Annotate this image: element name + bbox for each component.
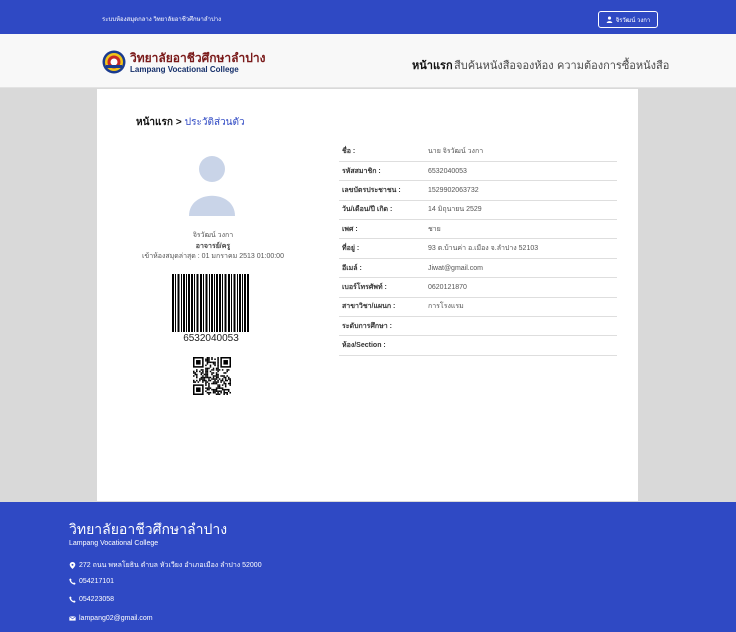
detail-row: ระดับการศึกษา : — [339, 316, 617, 337]
nav-search-books[interactable]: สืบค้นหนังสือ — [454, 56, 516, 74]
footer: วิทยาลัยอาชีวศึกษาลำปาง Lampang Vocation… — [0, 502, 736, 632]
footer-address: 272 ถนน พหลโยธิน ตำบล หัวเวียง อำเภอเมือ… — [69, 560, 262, 571]
nav-book-request[interactable]: ความต้องการซื้อหนังสือ — [557, 56, 669, 74]
detail-label: เลขบัตรประชาชน : — [339, 180, 424, 201]
system-title: ระบบห้องสมุดกลาง วิทยาลัยอาชีวศึกษาลำปาง — [102, 17, 222, 23]
detail-row: ห้อง/Section : — [339, 335, 617, 356]
footer-phone-2: 054223058 — [69, 596, 114, 603]
main-navbar: วิทยาลัยอาชีวศึกษาลำปาง Lampang Vocation… — [0, 34, 736, 88]
profile-details-table: ชื่อ : นาย จิรวัฒน์ วงกา รหัสสมาชิก :65320… — [339, 142, 617, 356]
detail-label: ห้อง/Section : — [339, 335, 424, 356]
detail-row: อีเมล์ : Jiwat@gmail.com — [339, 258, 617, 279]
detail-label: เบอร์โทรศัพท์ : — [339, 277, 424, 298]
footer-address-text: 272 ถนน พหลโยธิน ตำบล หัวเวียง อำเภอเมือ… — [79, 562, 262, 569]
breadcrumb-separator: > — [175, 117, 182, 128]
detail-label: อีเมล์ : — [339, 258, 424, 279]
nav-room-booking[interactable]: จองห้อง — [516, 56, 554, 74]
detail-row: เพศ : ชาย — [339, 219, 617, 240]
detail-value: 14 มิถุนายน 2529 — [424, 200, 617, 221]
breadcrumb: หน้าแรก > ประวัติส่วนตัว — [136, 115, 245, 130]
detail-value: 6532040053 — [424, 161, 617, 182]
phone-icon — [69, 596, 76, 603]
footer-email-text[interactable]: lampang02@gmail.com — [79, 615, 153, 622]
detail-label: เพศ : — [339, 219, 424, 240]
detail-row: รหัสสมาชิก :6532040053 — [339, 161, 617, 182]
phone-icon — [69, 578, 76, 585]
breadcrumb-home[interactable]: หน้าแรก — [136, 117, 173, 128]
footer-email: lampang02@gmail.com — [69, 615, 153, 622]
nav-home[interactable]: หน้าแรก — [412, 56, 453, 74]
detail-label: รหัสสมาชิก : — [339, 161, 424, 182]
detail-value: 93 ต.บ้านค่า อ.เมือง จ.ลำปาง 52103 — [424, 238, 617, 259]
detail-label: สาขาวิชา/แผนก : — [339, 297, 424, 318]
member-barcode — [172, 274, 249, 332]
detail-label: ชื่อ : — [339, 142, 424, 162]
detail-label: ที่อยู่ : — [339, 238, 424, 259]
avatar-placeholder-icon — [189, 156, 235, 216]
detail-value: นาย จิรวัฒน์ วงกา — [424, 142, 617, 162]
detail-row: วัน/เดือน/ปี เกิด :14 มิถุนายน 2529 — [339, 200, 617, 221]
breadcrumb-current[interactable]: ประวัติส่วนตัว — [185, 117, 245, 128]
detail-label: ระดับการศึกษา : — [339, 316, 424, 337]
map-marker-icon — [69, 562, 76, 569]
user-menu-button[interactable]: จิรวัฒน์ วงกา — [598, 11, 658, 28]
user-icon — [606, 16, 612, 23]
detail-value: ชาย — [424, 219, 617, 240]
envelope-icon — [69, 616, 76, 621]
detail-value: 1529902063732 — [424, 180, 617, 201]
brand-name-en[interactable]: Lampang Vocational College — [130, 65, 239, 74]
footer-phone-2-text[interactable]: 054223058 — [79, 596, 114, 603]
detail-value — [424, 316, 617, 337]
detail-row: ชื่อ : นาย จิรวัฒน์ วงกา — [339, 142, 617, 162]
detail-row: ที่อยู่ :93 ต.บ้านค่า อ.เมือง จ.ลำปาง 52… — [339, 238, 617, 259]
footer-phone-1-text[interactable]: 054217101 — [79, 578, 114, 585]
barcode-number: 6532040053 — [183, 333, 239, 344]
footer-title: วิทยาลัยอาชีวศึกษาลำปาง — [69, 521, 228, 537]
profile-name: จิรวัฒน์ วงกา — [192, 232, 234, 239]
user-name: จิรวัฒน์ วงกา — [615, 17, 651, 24]
detail-value: การโรงแรม — [424, 297, 617, 318]
footer-subtitle: Lampang Vocational College — [69, 540, 159, 547]
detail-row: เลขบัตรประชาชน :1529902063732 — [339, 180, 617, 201]
last-visit-text: เข้าห้องสมุดล่าสุด : 01 มกราคม 2513 01:0… — [142, 253, 284, 260]
detail-row: สาขาวิชา/แผนก : การโรงแรม — [339, 297, 617, 318]
member-qr-code — [193, 357, 231, 395]
detail-value: 0620121870 — [424, 277, 617, 298]
top-bar: ระบบห้องสมุดกลาง วิทยาลัยอาชีวศึกษาลำปาง… — [0, 0, 736, 34]
detail-value — [424, 335, 617, 356]
detail-value: Jiwat@gmail.com — [424, 258, 617, 279]
detail-label: วัน/เดือน/ปี เกิด : — [339, 200, 424, 221]
detail-row: เบอร์โทรศัพท์ :0620121870 — [339, 277, 617, 298]
footer-phone-1: 054217101 — [69, 578, 114, 585]
college-seal-logo[interactable] — [102, 50, 126, 74]
